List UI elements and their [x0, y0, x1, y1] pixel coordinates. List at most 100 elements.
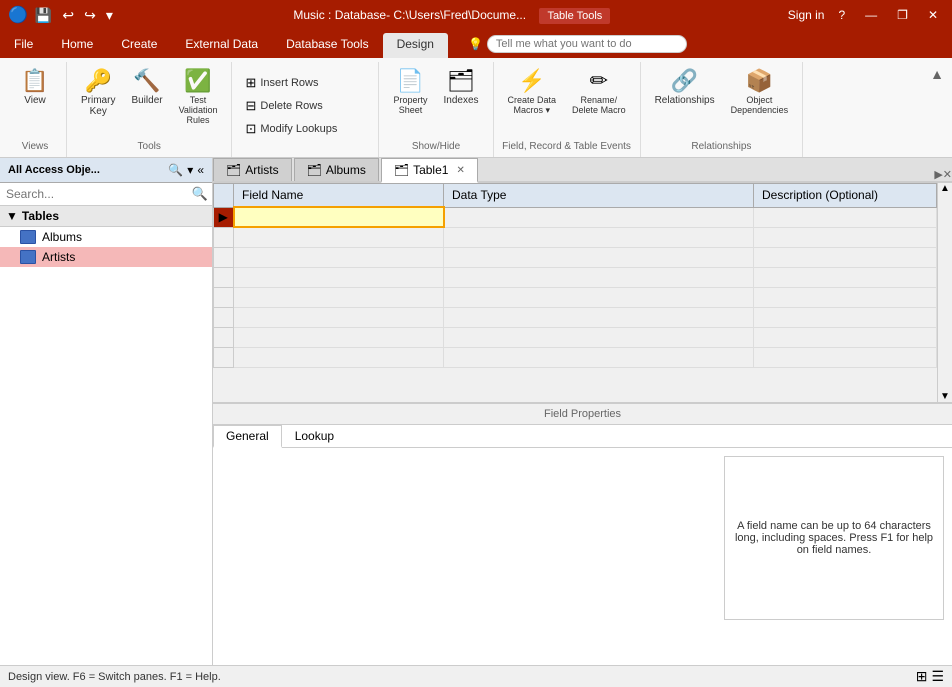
- tabs-bar: 🗂 Artists 🗂 Albums 🗂 Table1 ✕ ▶ ✕: [213, 158, 952, 183]
- field-name-cell-5[interactable]: [234, 287, 444, 307]
- field-name-cell-7[interactable]: [234, 327, 444, 347]
- data-type-cell-3[interactable]: [444, 247, 754, 267]
- sidebar-header-icons: 🔍 ▾ «: [168, 163, 204, 177]
- grid-scrollbar[interactable]: ▲ ▼: [937, 183, 952, 402]
- description-cell-2[interactable]: [754, 227, 937, 247]
- close-button[interactable]: ✕: [922, 6, 944, 24]
- insert-rows-button[interactable]: ⊞ Insert Rows: [240, 72, 370, 94]
- sidebar-search: 🔍: [0, 183, 212, 206]
- field-name-cell-8[interactable]: [234, 347, 444, 367]
- sign-in-label[interactable]: Sign in: [788, 8, 825, 22]
- row-selector-4: [214, 267, 234, 287]
- view-icon-status1[interactable]: ⊞: [916, 668, 928, 685]
- scroll-down[interactable]: ▼: [938, 391, 952, 402]
- collapse-icon[interactable]: ▼: [6, 209, 18, 223]
- ribbon-group-show-hide: 📄 PropertySheet 🗂 Indexes Show/Hide: [379, 62, 493, 157]
- sidebar-title: All Access Obje...: [8, 164, 100, 176]
- undo-button[interactable]: ↩: [59, 6, 77, 25]
- albums-label: Albums: [42, 230, 82, 244]
- sidebar-search-input[interactable]: [4, 185, 192, 203]
- tab-artists[interactable]: 🗂 Artists: [213, 158, 292, 181]
- sidebar-item-artists[interactable]: Artists: [0, 247, 212, 267]
- table-grid-scroll[interactable]: Field Name Data Type Description (Option…: [213, 183, 937, 402]
- builder-button[interactable]: 🔨 Builder: [125, 64, 168, 110]
- field-name-cell-3[interactable]: [234, 247, 444, 267]
- tab-general[interactable]: General: [213, 425, 282, 448]
- view-icon-status2[interactable]: ☰: [931, 668, 944, 685]
- description-cell-1[interactable]: [754, 207, 937, 227]
- menu-external-data[interactable]: External Data: [171, 30, 272, 58]
- field-name-cell-2[interactable]: [234, 227, 444, 247]
- sidebar-options-icon[interactable]: ▾: [187, 163, 193, 177]
- table1-tab-close[interactable]: ✕: [456, 165, 464, 176]
- property-sheet-button[interactable]: 📄 PropertySheet: [387, 64, 433, 119]
- description-cell-5[interactable]: [754, 287, 937, 307]
- table-row: [214, 287, 937, 307]
- relationships-button[interactable]: 🔗 Relationships: [649, 64, 721, 110]
- rename-delete-macro-button[interactable]: ✏ Rename/Delete Macro: [566, 64, 632, 119]
- table-row: [214, 247, 937, 267]
- restore-button[interactable]: ❐: [891, 6, 914, 24]
- tabs-scroll-right[interactable]: ▶: [934, 168, 942, 181]
- description-cell-7[interactable]: [754, 327, 937, 347]
- ribbon-group-relationships: 🔗 Relationships 📦 ObjectDependencies Rel…: [641, 62, 804, 157]
- data-type-cell-5[interactable]: [444, 287, 754, 307]
- data-type-cell-6[interactable]: [444, 307, 754, 327]
- object-dependencies-button[interactable]: 📦 ObjectDependencies: [725, 64, 795, 119]
- status-icons: ⊞ ☰: [916, 668, 944, 685]
- scroll-up[interactable]: ▲: [938, 183, 952, 194]
- sidebar-close-icon[interactable]: «: [197, 163, 204, 177]
- field-properties-tabs: General Lookup: [213, 425, 952, 448]
- data-type-cell-8[interactable]: [444, 347, 754, 367]
- menu-bar: File Home Create External Data Database …: [0, 30, 952, 58]
- create-data-macros-label: Create DataMacros ▾: [508, 95, 557, 116]
- menu-design[interactable]: Design: [383, 33, 448, 58]
- menu-database-tools[interactable]: Database Tools: [272, 30, 383, 58]
- relationships-label: Relationships: [655, 95, 715, 106]
- sidebar-search-icon[interactable]: 🔍: [168, 163, 183, 177]
- save-button[interactable]: 💾: [32, 6, 55, 25]
- primary-key-icon: 🔑: [85, 68, 112, 94]
- description-header: Description (Optional): [754, 184, 937, 208]
- tell-me-input[interactable]: [487, 35, 687, 53]
- modify-lookups-button[interactable]: ⊡ Modify Lookups: [240, 118, 370, 140]
- data-type-cell-1[interactable]: [444, 207, 754, 227]
- customize-dropdown[interactable]: ▾: [103, 6, 116, 25]
- field-grid: Field Name Data Type Description (Option…: [213, 183, 937, 368]
- help-button[interactable]: ?: [832, 6, 851, 24]
- row-selector-7: [214, 327, 234, 347]
- albums-tab-icon: 🗂: [307, 163, 322, 177]
- tab-lookup[interactable]: Lookup: [282, 425, 347, 447]
- view-button[interactable]: 📋 View: [12, 64, 58, 110]
- table-row: [214, 347, 937, 367]
- field-name-cell-4[interactable]: [234, 267, 444, 287]
- description-cell-6[interactable]: [754, 307, 937, 327]
- primary-key-button[interactable]: 🔑 PrimaryKey: [75, 64, 121, 121]
- tab-albums[interactable]: 🗂 Albums: [294, 158, 379, 181]
- table-row: [214, 327, 937, 347]
- tabs-close-all[interactable]: ✕: [943, 168, 952, 181]
- indexes-button[interactable]: 🗂 Indexes: [437, 64, 484, 110]
- field-name-cell-6[interactable]: [234, 307, 444, 327]
- menu-home[interactable]: Home: [47, 30, 107, 58]
- sidebar-item-albums[interactable]: Albums: [0, 227, 212, 247]
- table-tools-tag: Table Tools: [539, 8, 610, 24]
- description-cell-4[interactable]: [754, 267, 937, 287]
- field-name-cell-1[interactable]: [234, 207, 444, 227]
- data-type-cell-2[interactable]: [444, 227, 754, 247]
- quick-access-toolbar: 🔵 💾 ↩ ↪ ▾: [8, 5, 116, 25]
- ribbon-collapse-button[interactable]: ▲: [930, 66, 944, 82]
- redo-button[interactable]: ↪: [81, 6, 99, 25]
- data-type-cell-4[interactable]: [444, 267, 754, 287]
- data-type-cell-7[interactable]: [444, 327, 754, 347]
- minimize-button[interactable]: —: [859, 6, 883, 24]
- tab-table1[interactable]: 🗂 Table1 ✕: [381, 158, 478, 183]
- description-cell-8[interactable]: [754, 347, 937, 367]
- test-validation-button[interactable]: ✅ TestValidationRules: [173, 64, 224, 129]
- menu-file[interactable]: File: [0, 30, 47, 58]
- create-data-macros-button[interactable]: ⚡ Create DataMacros ▾: [502, 64, 563, 120]
- delete-rows-button[interactable]: ⊟ Delete Rows: [240, 95, 370, 117]
- menu-create[interactable]: Create: [107, 30, 171, 58]
- description-cell-3[interactable]: [754, 247, 937, 267]
- test-validation-label: TestValidationRules: [179, 95, 218, 125]
